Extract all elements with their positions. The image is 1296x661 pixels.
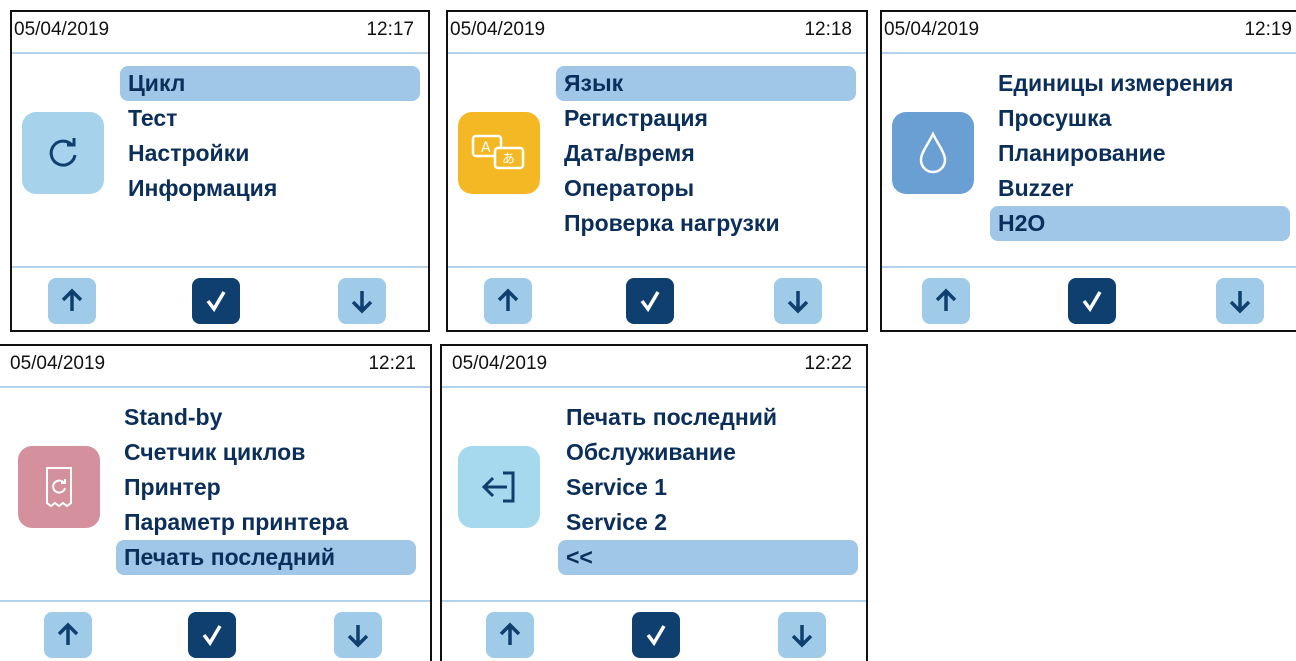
menu-item-datetime[interactable]: Дата/время <box>556 136 856 171</box>
checkmark-icon <box>640 291 660 313</box>
menu-item-registration[interactable]: Регистрация <box>556 101 856 136</box>
water-drop-icon <box>892 112 974 194</box>
menu-item-drying[interactable]: Просушка <box>990 101 1290 136</box>
menu-item-settings[interactable]: Настройки <box>120 136 420 171</box>
menu-item-scheduling[interactable]: Планирование <box>990 136 1290 171</box>
language-icon: Aあ <box>458 112 540 194</box>
refresh-icon <box>22 112 104 194</box>
arrow-down-icon <box>347 625 369 648</box>
status-bar: 05/04/2019 12:22 <box>442 346 866 384</box>
menu-item-standby[interactable]: Stand-by <box>116 400 416 435</box>
status-bar: 05/04/2019 12:18 <box>448 12 866 50</box>
footer-divider <box>12 266 428 268</box>
checkmark-icon <box>1082 291 1102 313</box>
arrow-up-icon <box>57 622 79 645</box>
menu-item-maintenance[interactable]: Обслуживание <box>558 435 858 470</box>
time-display: 12:22 <box>804 353 852 374</box>
menu-item-print-last[interactable]: Печать последний <box>558 400 858 435</box>
screen-panel-2: 05/04/2019 12:18 Aあ Язык Регистрация Дат… <box>446 10 868 332</box>
date-display: 05/04/2019 <box>450 19 546 40</box>
status-bar: 05/04/2019 12:19 <box>882 12 1296 50</box>
footer-divider <box>882 266 1296 268</box>
down-button[interactable] <box>338 278 386 324</box>
header-divider <box>442 386 866 388</box>
arrow-down-icon <box>787 291 809 314</box>
arrow-up-icon <box>499 622 521 645</box>
screen-panel-4: 05/04/2019 12:21 Stand-by Счетчик циклов… <box>0 344 432 661</box>
menu-list: Единицы измерения Просушка Планирование … <box>990 66 1290 241</box>
down-button[interactable] <box>774 278 822 324</box>
header-divider <box>12 52 428 54</box>
checkmark-icon <box>646 625 666 647</box>
menu-item-printer-parameters[interactable]: Параметр принтера <box>116 505 416 540</box>
arrow-down-icon <box>791 625 813 648</box>
up-button[interactable] <box>486 612 534 658</box>
screen-panel-3: 05/04/2019 12:19 Единицы измерения Просу… <box>880 10 1296 332</box>
date-display: 05/04/2019 <box>10 353 106 374</box>
checkmark-icon <box>206 291 226 313</box>
menu-item-units[interactable]: Единицы измерения <box>990 66 1290 101</box>
footer-divider <box>442 600 866 602</box>
screen-panel-5: 05/04/2019 12:22 Печать последний Обслуж… <box>440 344 868 661</box>
menu-list: Цикл Тест Настройки Информация <box>120 66 420 206</box>
footer-divider <box>0 600 430 602</box>
exit-icon <box>458 446 540 528</box>
menu-item-load-check[interactable]: Проверка нагрузки <box>556 206 856 241</box>
time-display: 12:18 <box>804 19 852 40</box>
menu-item-h2o[interactable]: H2O <box>990 206 1290 241</box>
up-button[interactable] <box>922 278 970 324</box>
status-bar: 05/04/2019 12:17 <box>12 12 428 50</box>
date-display: 05/04/2019 <box>884 19 980 40</box>
menu-item-information[interactable]: Информация <box>120 171 420 206</box>
menu-item-service-1[interactable]: Service 1 <box>558 470 858 505</box>
up-button[interactable] <box>44 612 92 658</box>
time-display: 12:21 <box>368 353 416 374</box>
menu-item-buzzer[interactable]: Buzzer <box>990 171 1290 206</box>
menu-item-service-2[interactable]: Service 2 <box>558 505 858 540</box>
arrow-down-icon <box>1229 291 1251 314</box>
header-divider <box>448 52 866 54</box>
printer-icon <box>18 446 100 528</box>
header-divider <box>882 52 1296 54</box>
up-button[interactable] <box>48 278 96 324</box>
screen-panel-1: 05/04/2019 12:17 Цикл Тест Настройки Инф… <box>10 10 430 332</box>
arrow-up-icon <box>935 288 957 311</box>
down-button[interactable] <box>1216 278 1264 324</box>
svg-text:あ: あ <box>502 152 515 167</box>
menu-item-cycle[interactable]: Цикл <box>120 66 420 101</box>
confirm-button[interactable] <box>192 278 240 324</box>
menu-item-language[interactable]: Язык <box>556 66 856 101</box>
menu-list: Язык Регистрация Дата/время Операторы Пр… <box>556 66 856 241</box>
menu-item-back[interactable]: << <box>558 540 858 575</box>
time-display: 12:17 <box>366 19 414 40</box>
date-display: 05/04/2019 <box>452 353 548 374</box>
svg-text:A: A <box>481 140 491 156</box>
arrow-up-icon <box>497 288 519 311</box>
menu-item-print-last[interactable]: Печать последний <box>116 540 416 575</box>
checkmark-icon <box>202 625 222 647</box>
menu-item-operators[interactable]: Операторы <box>556 171 856 206</box>
arrow-down-icon <box>351 291 373 314</box>
up-button[interactable] <box>484 278 532 324</box>
time-display: 12:19 <box>1244 19 1292 40</box>
confirm-button[interactable] <box>188 612 236 658</box>
menu-list: Stand-by Счетчик циклов Принтер Параметр… <box>116 400 416 575</box>
confirm-button[interactable] <box>626 278 674 324</box>
status-bar: 05/04/2019 12:21 <box>0 346 430 384</box>
confirm-button[interactable] <box>1068 278 1116 324</box>
menu-item-printer[interactable]: Принтер <box>116 470 416 505</box>
down-button[interactable] <box>334 612 382 658</box>
arrow-up-icon <box>61 288 83 311</box>
menu-item-cycle-counter[interactable]: Счетчик циклов <box>116 435 416 470</box>
date-display: 05/04/2019 <box>14 19 110 40</box>
confirm-button[interactable] <box>632 612 680 658</box>
menu-list: Печать последний Обслуживание Service 1 … <box>558 400 858 575</box>
down-button[interactable] <box>778 612 826 658</box>
menu-item-test[interactable]: Тест <box>120 101 420 136</box>
footer-divider <box>448 266 866 268</box>
header-divider <box>0 386 430 388</box>
